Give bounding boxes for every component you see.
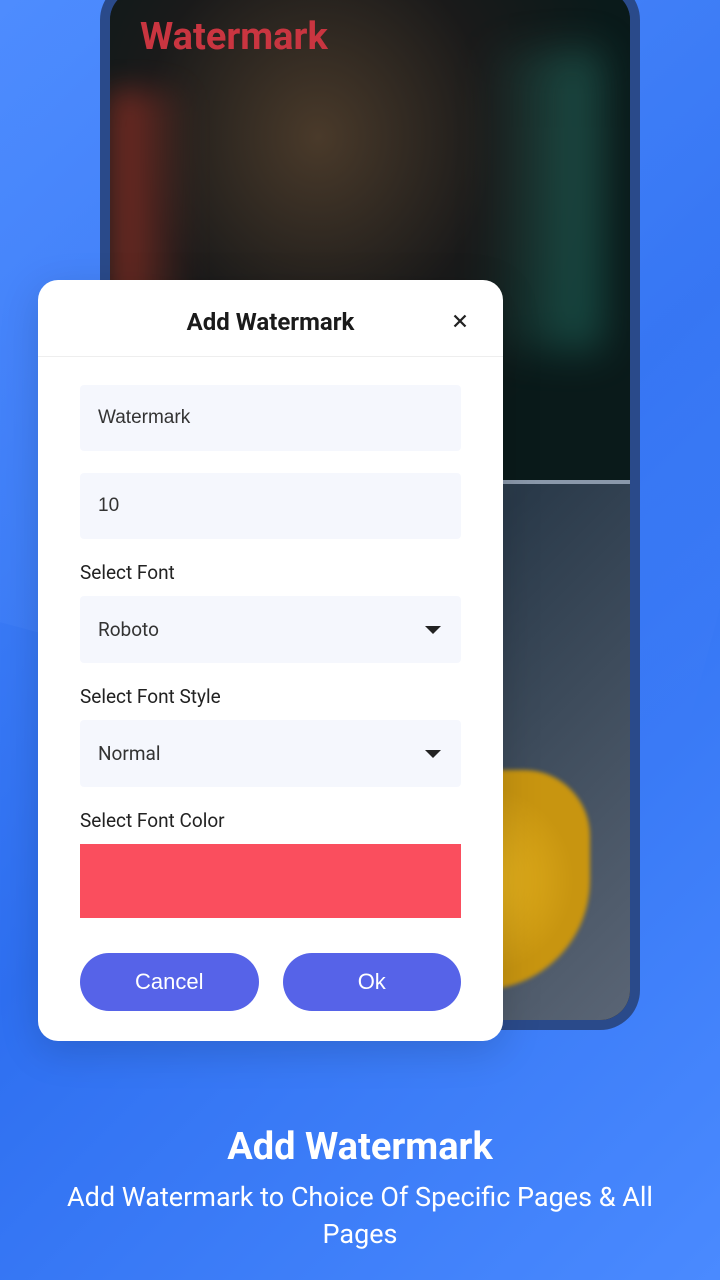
close-button[interactable] bbox=[447, 308, 473, 338]
chevron-down-icon bbox=[423, 624, 443, 636]
font-style-label: Select Font Style bbox=[80, 685, 461, 708]
watermark-preview-text: Watermark bbox=[140, 15, 328, 59]
footer-title: Add Watermark bbox=[30, 1125, 690, 1169]
dialog-header: Add Watermark bbox=[38, 308, 503, 357]
font-style-select-value: Normal bbox=[98, 742, 160, 765]
ok-button[interactable]: Ok bbox=[283, 953, 462, 1011]
cancel-button[interactable]: Cancel bbox=[80, 953, 259, 1011]
promo-footer: Add Watermark Add Watermark to Choice Of… bbox=[0, 1125, 720, 1252]
close-icon bbox=[449, 310, 471, 332]
font-label: Select Font bbox=[80, 561, 461, 584]
chevron-down-icon bbox=[423, 748, 443, 760]
add-watermark-dialog: Add Watermark Select Font Roboto Select … bbox=[38, 280, 503, 1041]
font-select-value: Roboto bbox=[98, 618, 159, 641]
font-color-label: Select Font Color bbox=[80, 809, 461, 832]
font-style-select[interactable]: Normal bbox=[80, 720, 461, 787]
watermark-text-input[interactable] bbox=[80, 385, 461, 451]
watermark-size-input[interactable] bbox=[80, 473, 461, 539]
dialog-body: Select Font Roboto Select Font Style Nor… bbox=[38, 357, 503, 918]
dialog-title: Add Watermark bbox=[187, 308, 355, 336]
font-select[interactable]: Roboto bbox=[80, 596, 461, 663]
dialog-actions: Cancel Ok bbox=[38, 953, 503, 1011]
font-color-swatch[interactable] bbox=[80, 844, 461, 918]
footer-subtitle: Add Watermark to Choice Of Specific Page… bbox=[30, 1179, 690, 1252]
